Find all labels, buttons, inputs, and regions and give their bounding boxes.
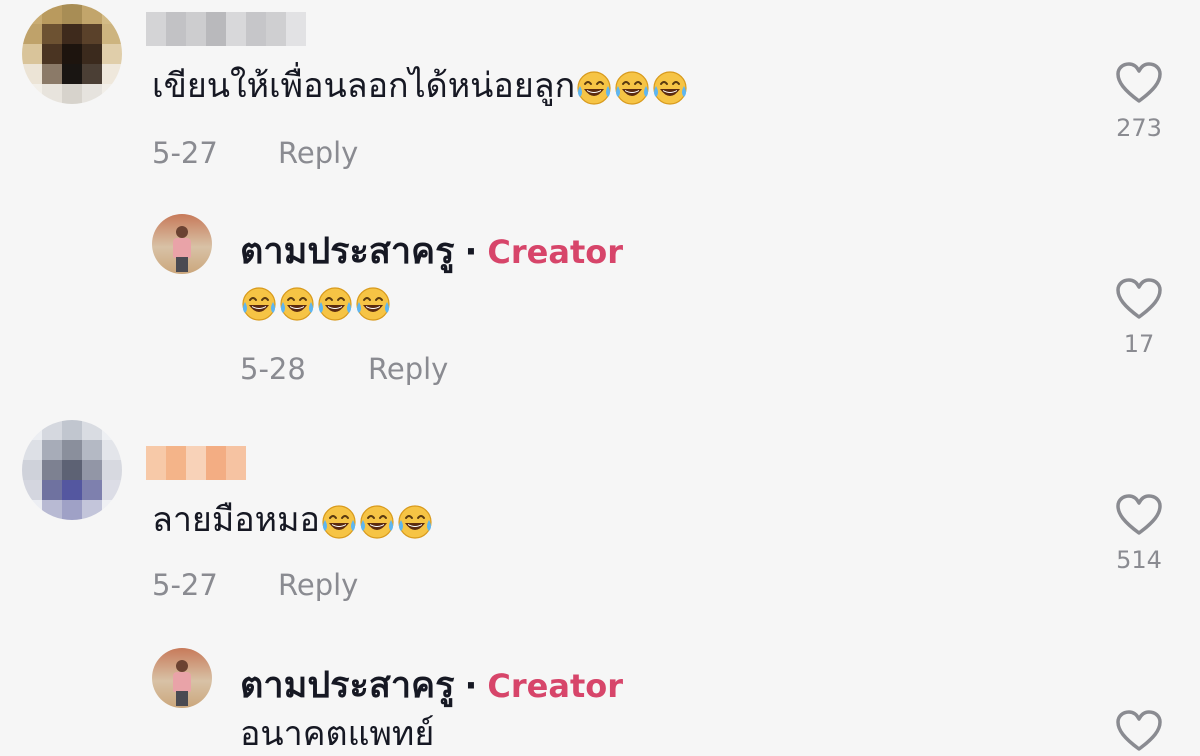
comment-text: อนาคตแพทย์ — [240, 714, 435, 754]
comment-date: 5-28 — [240, 352, 306, 386]
like-count: 514 — [1116, 546, 1162, 574]
author-row: ตามประสาครู · Creator — [240, 222, 623, 279]
separator-dot: · — [464, 666, 478, 706]
emoji-group — [575, 69, 689, 107]
heart-icon[interactable] — [1116, 62, 1162, 104]
tears-of-joy-emoji-icon — [354, 285, 392, 323]
like-group: 17 — [1109, 278, 1169, 358]
tears-of-joy-emoji-icon — [240, 285, 278, 323]
separator-dot: · — [464, 232, 478, 272]
tears-of-joy-emoji-icon — [613, 69, 651, 107]
creator-badge: Creator — [487, 667, 623, 705]
tears-of-joy-emoji-icon — [358, 503, 396, 541]
heart-icon[interactable] — [1116, 710, 1162, 752]
reply-button[interactable]: Reply — [278, 568, 358, 602]
like-group — [1109, 710, 1169, 752]
username-censored-1[interactable] — [146, 12, 306, 46]
like-count: 17 — [1123, 330, 1155, 358]
comment-text: เขียนให้เพื่อนลอกได้หน่อยลูก — [152, 64, 689, 108]
emoji-group — [240, 285, 392, 323]
comment-date: 5-27 — [152, 136, 218, 170]
tears-of-joy-emoji-icon — [651, 69, 689, 107]
reply-button[interactable]: Reply — [278, 136, 358, 170]
tears-of-joy-emoji-icon — [320, 503, 358, 541]
comment-text — [240, 280, 392, 324]
author-row: ตามประสาครู · Creator — [240, 656, 623, 713]
tears-of-joy-emoji-icon — [278, 285, 316, 323]
tears-of-joy-emoji-icon — [575, 69, 613, 107]
heart-icon[interactable] — [1116, 494, 1162, 536]
comment-date: 5-27 — [152, 568, 218, 602]
creator-avatar[interactable] — [152, 648, 212, 708]
tears-of-joy-emoji-icon — [316, 285, 354, 323]
emoji-group — [320, 503, 434, 541]
heart-icon[interactable] — [1116, 278, 1162, 320]
avatar-censored-1[interactable] — [22, 4, 122, 104]
avatar-censored-2[interactable] — [22, 420, 122, 520]
like-group: 273 — [1109, 62, 1169, 142]
author-name[interactable]: ตามประสาครู — [240, 222, 454, 279]
username-censored-2[interactable] — [146, 446, 246, 480]
tears-of-joy-emoji-icon — [396, 503, 434, 541]
creator-badge: Creator — [487, 233, 623, 271]
like-count: 273 — [1116, 114, 1162, 142]
like-group: 514 — [1109, 494, 1169, 574]
comment-text: ลายมือหมอ — [152, 498, 434, 542]
creator-avatar[interactable] — [152, 214, 212, 274]
author-name[interactable]: ตามประสาครู — [240, 656, 454, 713]
reply-button[interactable]: Reply — [368, 352, 448, 386]
